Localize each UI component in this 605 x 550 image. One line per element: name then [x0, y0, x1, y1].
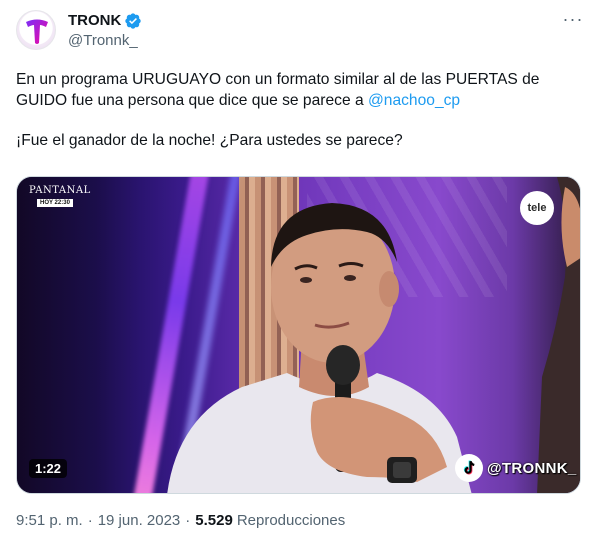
channel-logo: PANTANAL: [29, 185, 91, 196]
meta-separator: ·: [87, 512, 93, 529]
views-label: Reproducciones: [236, 512, 346, 529]
display-name[interactable]: TRONK: [68, 12, 121, 29]
tweet-time[interactable]: 9:51 p. m.: [16, 512, 83, 529]
channel-time-badge: HOY 22:30: [37, 199, 73, 207]
mention-link[interactable]: @nachoo_cp: [368, 92, 460, 109]
tronk-logo-icon: [26, 19, 48, 44]
video-player[interactable]: PANTANAL HOY 22:30 tele 1:22 @TRONNK_: [16, 176, 581, 494]
tweet-paragraph-1: En un programa URUGUAYO con un formato s…: [16, 70, 576, 111]
tiktok-watermark: @TRONNK_: [455, 453, 577, 483]
tiktok-icon: [455, 454, 483, 482]
more-options-icon[interactable]: ···: [561, 10, 585, 32]
tweet-paragraph-1-text: En un programa URUGUAYO con un formato s…: [16, 71, 540, 109]
tweet-header: TRONK @Tronnk_ ···: [16, 10, 589, 50]
views-count: 5.529: [195, 512, 233, 529]
handle[interactable]: @Tronnk_: [68, 32, 142, 49]
verified-badge-icon[interactable]: [124, 12, 142, 30]
tweet-date[interactable]: 19 jun. 2023: [98, 512, 181, 529]
tweet-metadata: 9:51 p. m. · 19 jun. 2023 · 5.529 Reprod…: [16, 512, 345, 529]
video-duration-badge: 1:22: [29, 459, 68, 478]
author-info: TRONK @Tronnk_: [68, 11, 142, 49]
watermark-text: @TRONNK_: [487, 459, 577, 477]
tweet-text: En un programa URUGUAYO con un formato s…: [16, 70, 576, 152]
tweet-paragraph-2: ¡Fue el ganador de la noche! ¿Para usted…: [16, 132, 403, 149]
meta-separator: ·: [185, 512, 191, 529]
avatar[interactable]: [16, 10, 56, 50]
network-logo: tele: [520, 191, 554, 225]
